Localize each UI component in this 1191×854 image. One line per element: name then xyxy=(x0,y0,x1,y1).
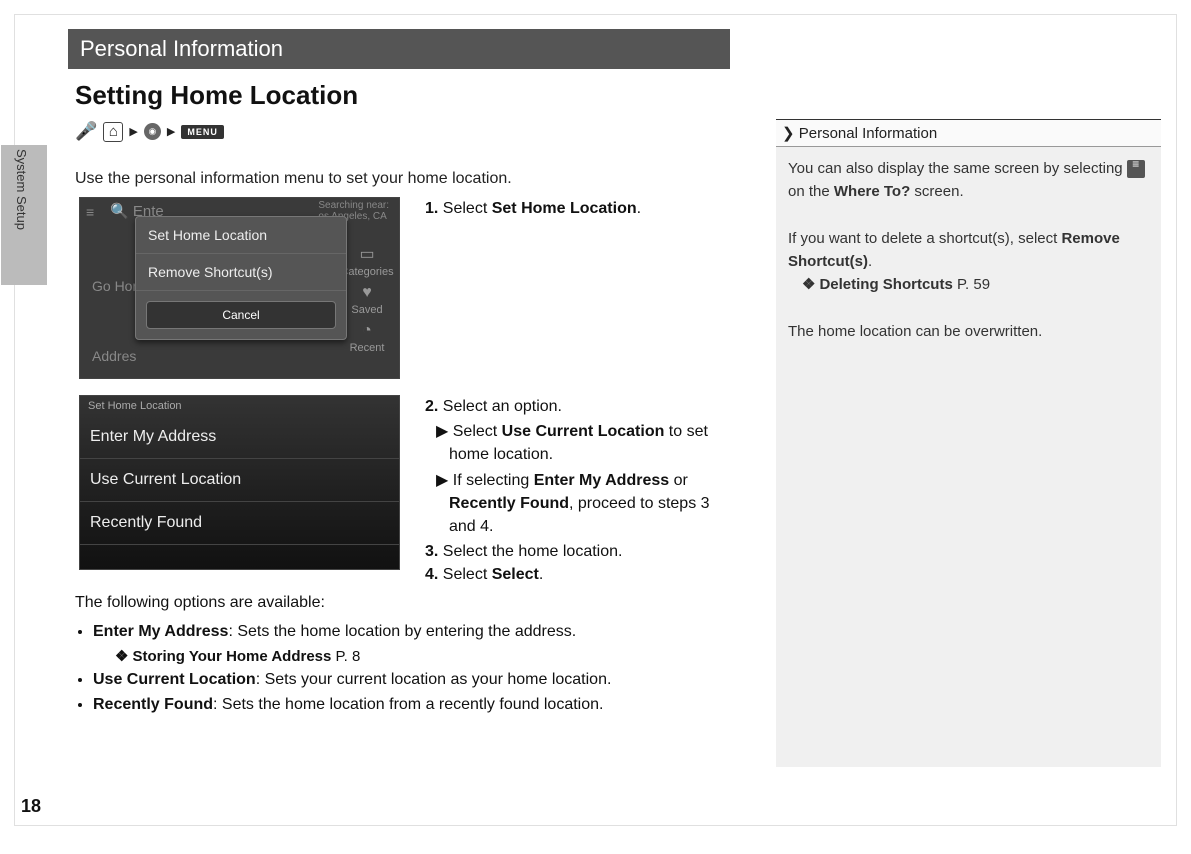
popup-cancel: Cancel xyxy=(146,301,336,329)
side-label: Categories xyxy=(340,266,393,278)
nav-icon: ◉ xyxy=(144,123,161,140)
screenshot-menu-popup: ≡ 🔍 Ente Searching near:os Angeles, CA G… xyxy=(79,197,400,379)
sidebar-p3: The home location can be overwritten. xyxy=(788,320,1149,343)
voice-icon: 🎤 xyxy=(75,121,97,142)
address-tile: Addres xyxy=(92,348,136,364)
intro-text: Use the personal information menu to set… xyxy=(75,170,512,188)
sidebar-p1: You can also display the same screen by … xyxy=(788,157,1149,204)
hamburger-icon: ≡ xyxy=(86,204,94,220)
sidebar-p2: If you want to delete a shortcut(s), sel… xyxy=(788,227,1149,274)
saved-icon: ♥ xyxy=(339,284,395,302)
option-use-current-location: Use Current Location xyxy=(80,459,399,502)
side-column: ▭ Categories ♥ Saved ◔ Recent xyxy=(339,238,395,354)
screenshot2-header: Set Home Location xyxy=(80,396,399,416)
popup-item-remove-shortcut: Remove Shortcut(s) xyxy=(136,254,346,291)
side-label: Saved xyxy=(351,304,382,316)
nav-breadcrumb: 🎤 ⌂ ▶ ◉ ▶ MENU xyxy=(75,121,224,142)
chevron-right-icon: ▶ xyxy=(167,125,175,138)
screenshot-options-list: Set Home Location Enter My Address Use C… xyxy=(79,395,400,570)
option-enter-my-address: Enter My Address xyxy=(80,416,399,459)
sidebar-note: ❯ Personal Information You can also disp… xyxy=(776,119,1161,767)
option-recently-found: Recently Found xyxy=(80,502,399,545)
sidebar-header: ❯ Personal Information xyxy=(776,119,1161,147)
side-tab: System Setup xyxy=(1,145,47,285)
popup-menu: Set Home Location Remove Shortcut(s) Can… xyxy=(135,216,347,340)
chevron-right-icon: ▶ xyxy=(129,125,137,138)
options-description: The following options are available: Ent… xyxy=(75,591,715,721)
step-1: 1. Select Set Home Location. xyxy=(425,200,641,218)
section-heading: Setting Home Location xyxy=(75,80,358,111)
recent-icon: ◔ xyxy=(339,322,395,340)
hamburger-icon: ≡ xyxy=(1127,160,1145,178)
steps-2-4: 2. Select an option. ▶ Select Use Curren… xyxy=(425,395,725,587)
home-icon: ⌂ xyxy=(103,122,123,142)
side-tab-label: System Setup xyxy=(14,149,29,230)
categories-icon: ▭ xyxy=(339,244,395,264)
side-label: Recent xyxy=(350,342,385,354)
xref-deleting-shortcuts: ❖Deleting Shortcuts P. 59 xyxy=(788,273,1149,296)
xref-storing-home: ❖Storing Your Home Address P. 8 xyxy=(93,645,715,668)
popup-item-set-home: Set Home Location xyxy=(136,217,346,254)
chapter-title: Personal Information xyxy=(68,29,730,69)
menu-button-icon: MENU xyxy=(181,125,224,139)
page-number: 18 xyxy=(21,796,41,817)
